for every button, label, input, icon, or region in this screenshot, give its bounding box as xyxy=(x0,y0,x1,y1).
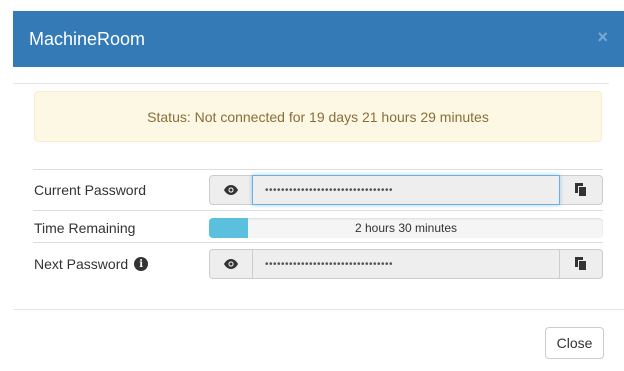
status-text: Status: Not connected for 19 days 21 hou… xyxy=(147,108,489,125)
row-divider xyxy=(33,242,603,243)
progress-text: 2 hours 30 minutes xyxy=(354,221,458,235)
next-password-label: Next Password i xyxy=(34,256,149,272)
next-password-group xyxy=(209,249,603,279)
time-remaining-label: Time Remaining xyxy=(34,220,135,236)
current-password-label: Current Password xyxy=(34,182,146,198)
machineroom-dialog: MachineRoom × Status: Not connected for … xyxy=(13,11,624,371)
close-button[interactable]: Close xyxy=(545,327,604,359)
copy-icon xyxy=(575,257,587,271)
footer-divider xyxy=(13,309,624,310)
eye-icon xyxy=(224,259,238,269)
dialog-title: MachineRoom xyxy=(29,29,146,49)
eye-icon xyxy=(224,185,238,195)
next-password-field[interactable] xyxy=(252,249,560,279)
time-remaining-label-text: Time Remaining xyxy=(34,220,136,236)
next-password-label-text: Next Password xyxy=(34,256,129,272)
close-icon[interactable]: × xyxy=(597,27,608,47)
info-icon[interactable]: i xyxy=(134,257,149,271)
row-divider xyxy=(33,210,603,211)
reveal-next-password-button[interactable] xyxy=(209,249,252,279)
time-remaining-progress: 2 hours 30 minutes xyxy=(209,218,603,238)
copy-current-password-button[interactable] xyxy=(560,175,603,205)
current-password-field[interactable] xyxy=(252,175,560,205)
current-password-group xyxy=(209,175,603,205)
header-divider xyxy=(13,83,609,84)
dialog-header: MachineRoom × xyxy=(13,11,624,67)
row-divider xyxy=(33,169,603,170)
copy-icon xyxy=(575,183,587,197)
status-alert: Status: Not connected for 19 days 21 hou… xyxy=(34,91,602,142)
current-password-label-text: Current Password xyxy=(34,182,147,198)
copy-next-password-button[interactable] xyxy=(560,249,603,279)
reveal-current-password-button[interactable] xyxy=(209,175,252,205)
